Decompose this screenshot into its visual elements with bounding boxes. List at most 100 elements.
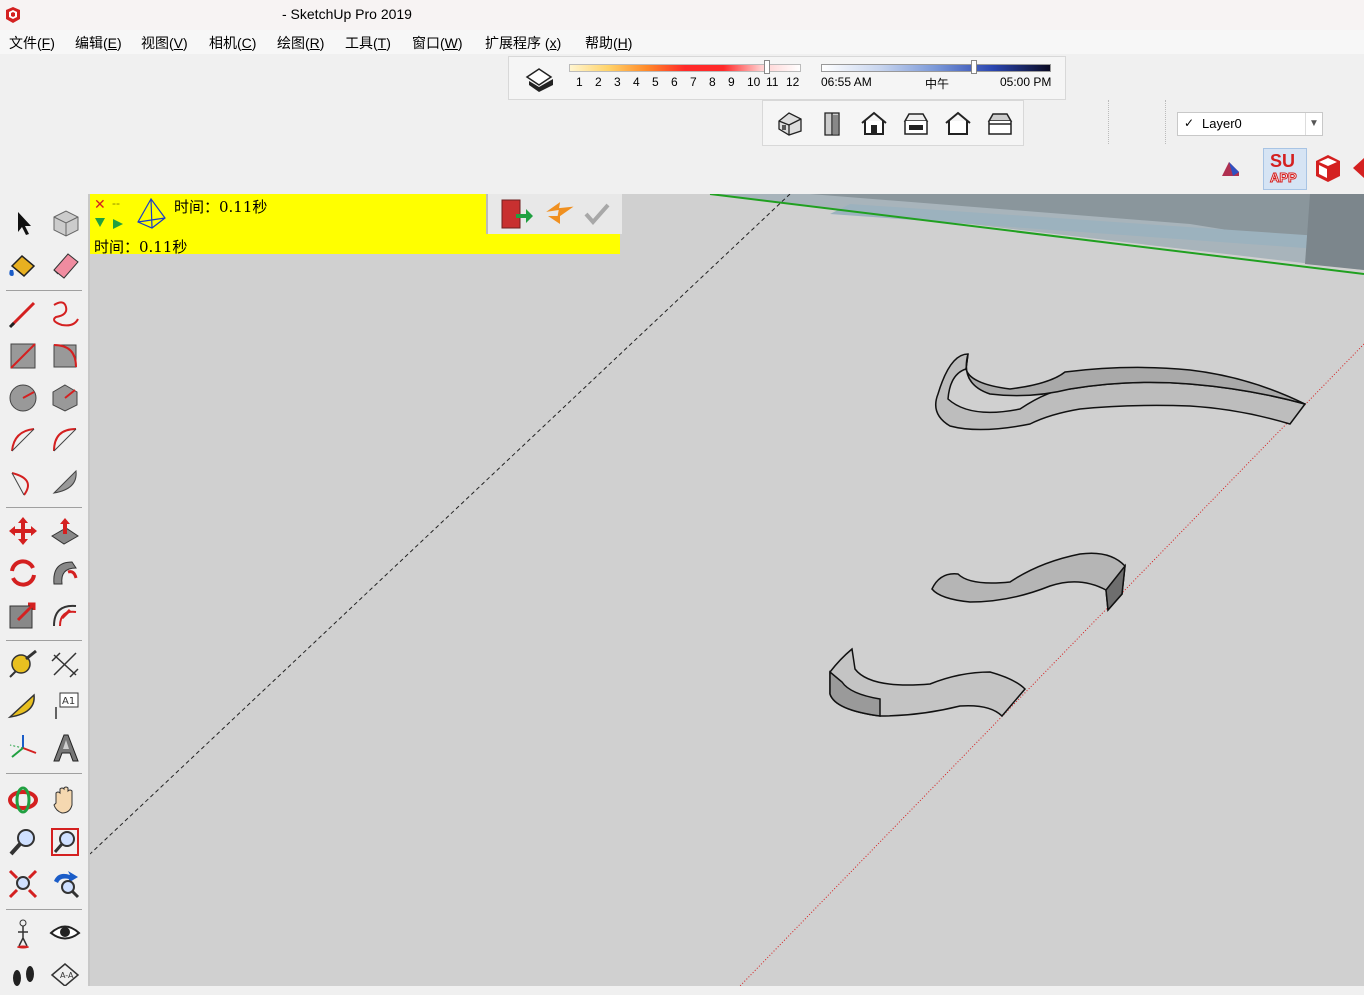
line-tool-button[interactable]	[6, 297, 40, 331]
time-noon-label: 中午	[925, 77, 950, 91]
minimize-icon[interactable]: --	[112, 196, 120, 210]
menu-bar: 文件(F) 编辑(E) 视图(V) 相机(C) 绘图(R) 工具(T) 窗口(W…	[0, 30, 1364, 54]
time-slider-thumb[interactable]	[971, 60, 977, 74]
component-box-icon[interactable]	[1313, 152, 1343, 184]
title-bar: - SketchUp Pro 2019	[0, 0, 1364, 30]
rotate-icon	[10, 559, 36, 587]
pan-icon	[53, 786, 73, 814]
zoom-button[interactable]	[6, 825, 40, 859]
menu-view[interactable]: 视图(V)	[141, 33, 188, 53]
iso-view-icon[interactable]	[775, 109, 805, 137]
scale-button[interactable]	[6, 598, 40, 632]
month-slider-thumb[interactable]	[764, 60, 770, 74]
offset-button[interactable]	[48, 598, 82, 632]
building-wall	[1305, 194, 1364, 270]
undo-arrow-icon[interactable]	[542, 200, 574, 228]
circle-button[interactable]	[6, 381, 40, 415]
menu-window[interactable]: 窗口(W)	[412, 33, 463, 53]
make-component-button[interactable]	[48, 206, 82, 240]
3d-text-button[interactable]	[48, 731, 82, 765]
back-view-icon[interactable]	[943, 109, 973, 137]
exit-door-icon[interactable]	[498, 196, 534, 232]
checkmark-icon[interactable]	[584, 202, 610, 226]
model-scene	[90, 194, 1364, 986]
menu-extensions[interactable]: 扩展程序 (x)	[485, 33, 561, 53]
pie-icon	[52, 469, 77, 494]
two-point-arc-button[interactable]	[48, 423, 82, 457]
left-view-icon[interactable]	[985, 109, 1015, 137]
menu-tools[interactable]: 工具(T)	[345, 33, 391, 53]
layer-name: Layer0	[1202, 116, 1242, 131]
make-component-icon	[53, 210, 79, 237]
svg-text:A-A: A-A	[60, 971, 74, 980]
extension-arrow-icon[interactable]	[1351, 156, 1364, 182]
look-around-button[interactable]	[48, 916, 82, 950]
time-slider[interactable]	[821, 64, 1051, 72]
month-label: 2	[595, 75, 602, 89]
orbit-button[interactable]	[6, 783, 40, 817]
large-tool-set: A1 A-A	[0, 194, 90, 991]
close-icon[interactable]: ✕	[94, 196, 106, 213]
eraser-button[interactable]	[48, 248, 82, 282]
three-point-arc-icon	[11, 472, 29, 496]
zoom-icon	[9, 829, 35, 856]
text-icon: A1	[55, 692, 79, 719]
right-view-icon[interactable]	[901, 109, 931, 137]
circle-icon	[9, 384, 37, 412]
menu-draw[interactable]: 绘图(R)	[277, 33, 324, 53]
tape-measure-button[interactable]	[6, 647, 40, 681]
polygon-icon	[52, 384, 78, 412]
menu-camera[interactable]: 相机(C)	[209, 33, 256, 53]
pan-button[interactable]	[48, 783, 82, 817]
front-view-icon[interactable]	[859, 109, 889, 137]
polygon-button[interactable]	[48, 381, 82, 415]
su-app-button[interactable]: SU APP	[1263, 148, 1307, 190]
plugin-controls	[486, 194, 622, 234]
month-label: 11	[766, 75, 779, 89]
text-button[interactable]: A1	[48, 689, 82, 723]
menu-file[interactable]: 文件(F)	[9, 33, 55, 53]
rotate-button[interactable]	[6, 556, 40, 590]
zoom-extents-button[interactable]	[6, 867, 40, 901]
orbit-icon	[8, 786, 38, 814]
axes-button[interactable]	[6, 731, 40, 765]
play-icon[interactable]	[112, 218, 124, 230]
dimension-button[interactable]	[48, 647, 82, 681]
select-tool-button[interactable]	[6, 206, 40, 240]
toolbar-divider	[6, 290, 82, 291]
model-viewport[interactable]	[90, 194, 1364, 986]
paint-bucket-button[interactable]	[6, 248, 40, 282]
rotated-rectangle-button[interactable]	[48, 339, 82, 373]
shadows-toggle-icon[interactable]	[523, 63, 555, 93]
move-icon	[9, 517, 37, 545]
three-point-arc-button[interactable]	[6, 465, 40, 499]
rectangle-button[interactable]	[6, 339, 40, 373]
elapsed-time-label: 时间：0.11秒	[174, 198, 268, 216]
arc-button[interactable]	[6, 423, 40, 457]
sketchup-logo-icon[interactable]	[4, 6, 22, 24]
chevron-down-icon[interactable]: ▼	[1305, 113, 1322, 135]
previous-view-button[interactable]	[48, 867, 82, 901]
pie-button[interactable]	[48, 465, 82, 499]
toolbar-divider	[6, 909, 82, 910]
layer-visible-check: ✓	[1184, 116, 1195, 130]
protractor-button[interactable]	[6, 689, 40, 723]
wireframe-pyramid-icon[interactable]	[134, 196, 168, 230]
freehand-button[interactable]	[48, 297, 82, 331]
section-fill-icon[interactable]	[1219, 158, 1243, 182]
zoom-window-button[interactable]	[48, 825, 82, 859]
triangle-down-icon[interactable]	[94, 216, 106, 228]
top-view-icon[interactable]	[817, 109, 847, 137]
elapsed-time-label-2: 时间：0.11秒	[94, 238, 188, 256]
follow-me-button[interactable]	[48, 556, 82, 590]
menu-edit[interactable]: 编辑(E)	[75, 33, 122, 53]
menu-help[interactable]: 帮助(H)	[585, 33, 632, 53]
status-bar	[0, 986, 1364, 991]
su-app-subtext: APP	[1270, 170, 1298, 186]
green-axis-dashed	[90, 194, 791, 855]
push-pull-button[interactable]	[48, 514, 82, 548]
position-camera-button[interactable]	[6, 916, 40, 950]
window-title: - SketchUp Pro 2019	[282, 6, 412, 22]
layer-dropdown[interactable]: ✓ Layer0 ▼	[1177, 112, 1323, 136]
move-button[interactable]	[6, 514, 40, 548]
